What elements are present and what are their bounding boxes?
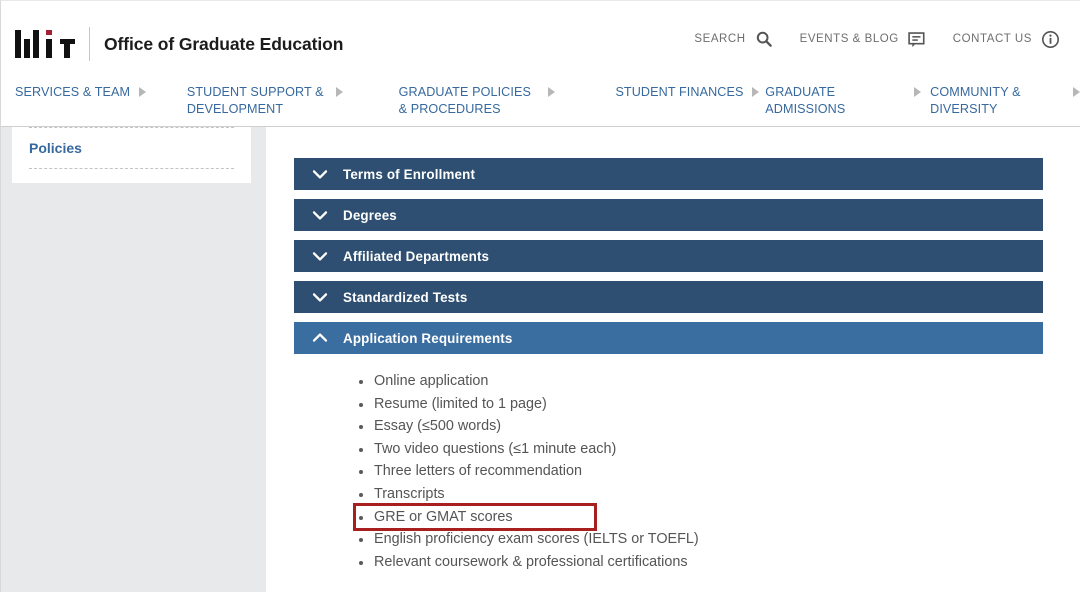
list-item: Two video questions (≤1 minute each) [356,438,1043,461]
contact-us-label: CONTACT US [952,33,1032,45]
mit-logo-i [42,30,57,58]
triangle-right-icon [547,87,555,97]
page-root: Office of Graduate Education SEARCH EVEN… [0,0,1080,592]
accordion-label: Affiliated Departments [343,248,490,264]
sidebar-card: Policies [12,127,251,183]
sidebar-divider-bottom [29,168,234,169]
accordion-label: Degrees [343,207,397,223]
accordion-header-standardized-tests[interactable]: Standardized Tests [294,281,1043,313]
accordion-label: Application Requirements [343,330,513,346]
accordion-label: Terms of Enrollment [343,166,476,182]
list-item: Online application [356,370,1043,393]
speech-bubble-icon[interactable] [907,29,927,49]
chevron-down-icon [309,204,331,226]
chevron-up-icon [309,327,331,349]
chevron-down-icon [309,286,331,308]
nav-item-label: SERVICES & TEAM [15,85,131,99]
chevron-down-icon [309,163,331,185]
triangle-right-icon [139,87,147,97]
list-item: Three letters of recommendation [356,460,1043,483]
triangle-right-icon [914,87,922,97]
requirements-list: Online application Resume (limited to 1 … [353,370,1043,574]
list-item: Resume (limited to 1 page) [356,393,1043,416]
nav-item-services-team[interactable]: SERVICES & TEAM [15,84,187,117]
list-item-highlighted-gre-gmat: GRE or GMAT scores [353,502,597,532]
body-wrapper: Policies Terms of Enrollment Degrees Aff… [1,127,1080,592]
events-blog-label: EVENTS & BLOG [799,33,899,45]
utility-item-contact-us[interactable]: CONTACT US [953,29,1060,49]
accordion-header-affiliated-departments[interactable]: Affiliated Departments [294,240,1043,272]
utility-nav: SEARCH EVENTS & BLOG CONTACT US [694,29,1060,49]
brand-divider [89,27,90,61]
search-icon[interactable] [754,29,774,49]
list-item: English proficiency exam scores (IELTS o… [356,528,1043,551]
main-nav-list: SERVICES & TEAM STUDENT SUPPORT & DEVELO… [15,84,1080,117]
search-label: SEARCH [694,33,746,45]
content-area: Terms of Enrollment Degrees Affiliated D… [266,127,1080,592]
nav-item-label: STUDENT SUPPORT & DEVELOPMENT [186,85,324,116]
accordion-header-application-requirements[interactable]: Application Requirements [294,322,1043,354]
nav-item-community-diversity[interactable]: COMMUNITY & DIVERSITY [930,84,1080,117]
site-header: Office of Graduate Education SEARCH EVEN… [1,1,1080,75]
accordion-header-terms-of-enrollment[interactable]: Terms of Enrollment [294,158,1043,190]
utility-item-search[interactable]: SEARCH [694,29,773,49]
nav-item-label: COMMUNITY & DIVERSITY [930,85,1021,116]
list-item: Transcripts [356,483,1043,506]
triangle-right-icon [752,87,760,97]
site-title: Office of Graduate Education [104,33,344,54]
mit-logo [15,30,75,58]
mit-logo-t [60,30,75,58]
list-item: Relevant coursework & professional certi… [356,551,1043,574]
nav-item-student-support-development[interactable]: STUDENT SUPPORT & DEVELOPMENT [187,84,399,117]
nav-item-label: STUDENT FINANCES [615,85,744,99]
nav-item-graduate-policies-procedures[interactable]: GRADUATE POLICIES & PROCEDURES [399,84,616,117]
chevron-down-icon [309,245,331,267]
accordion: Terms of Enrollment Degrees Affiliated D… [294,158,1043,573]
triangle-right-icon [1073,87,1080,97]
sidebar: Policies [1,127,266,592]
nav-item-label: GRADUATE POLICIES & PROCEDURES [398,85,531,116]
triangle-right-icon [335,87,343,97]
brand[interactable]: Office of Graduate Education [15,27,343,61]
nav-item-graduate-admissions[interactable]: GRADUATE ADMISSIONS [765,84,930,117]
info-circle-icon[interactable] [1040,29,1060,49]
nav-item-label: GRADUATE ADMISSIONS [765,85,846,116]
main-navigation: SERVICES & TEAM STUDENT SUPPORT & DEVELO… [1,75,1080,127]
accordion-label: Standardized Tests [343,289,468,305]
utility-item-events-blog[interactable]: EVENTS & BLOG [800,29,927,49]
accordion-header-degrees[interactable]: Degrees [294,199,1043,231]
nav-item-student-finances[interactable]: STUDENT FINANCES [615,84,765,117]
accordion-panel-application-requirements: Online application Resume (limited to 1 … [294,370,1043,573]
list-item: Essay (≤500 words) [356,415,1043,438]
sidebar-item-policies[interactable]: Policies [12,128,251,168]
